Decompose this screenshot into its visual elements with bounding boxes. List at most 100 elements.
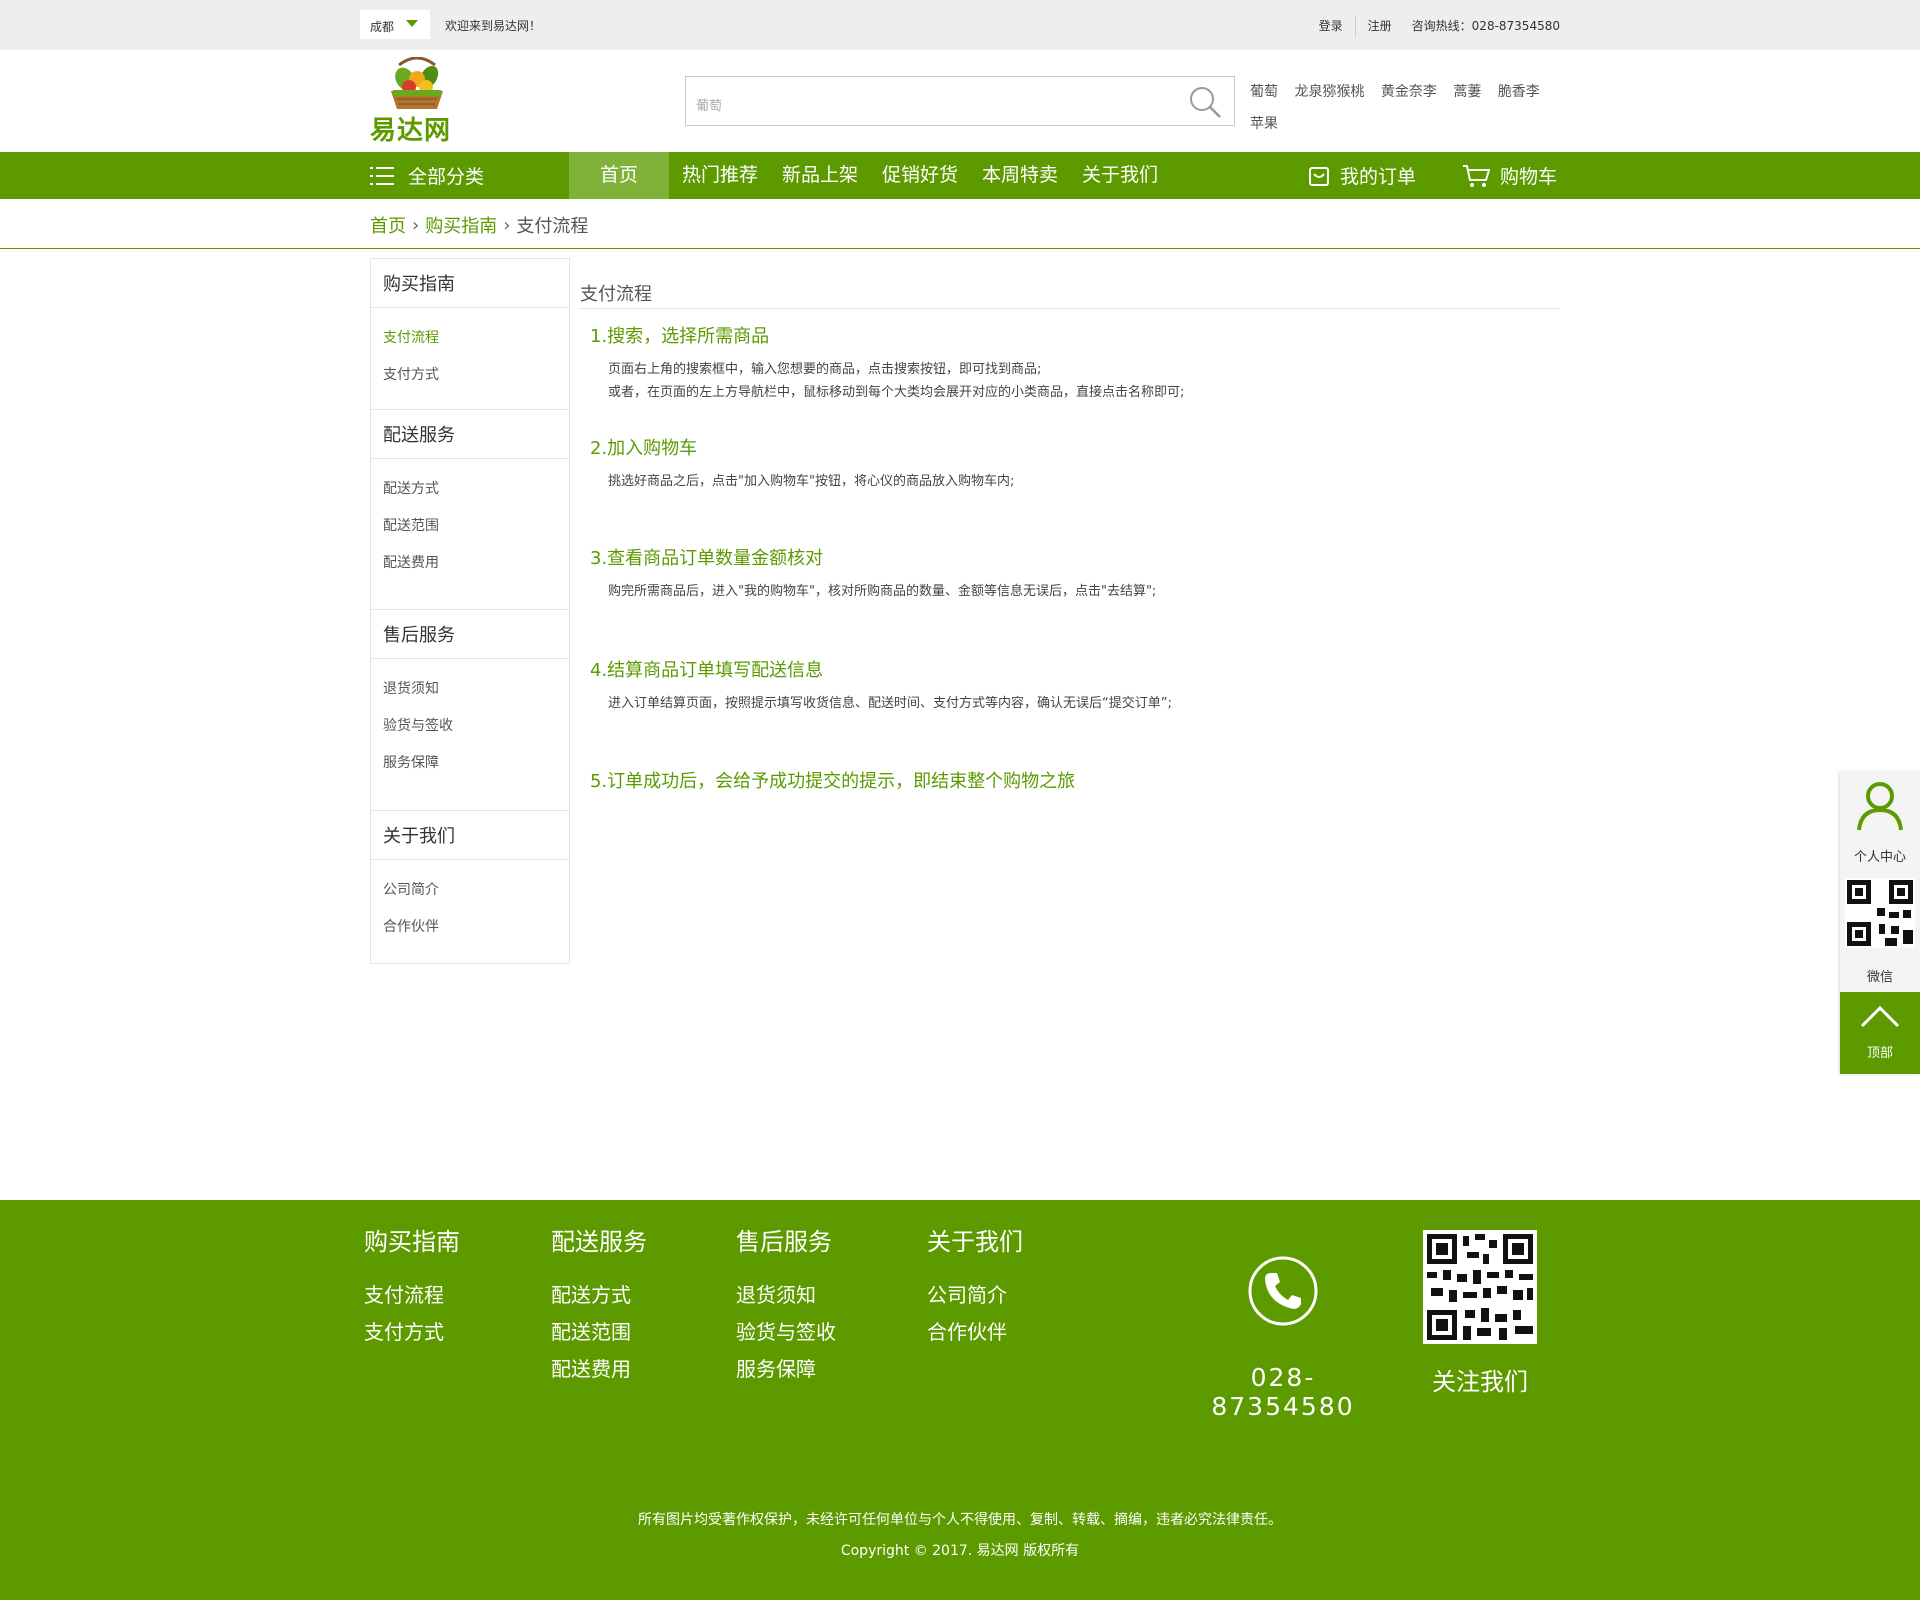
footer-qr: 关注我们 [1420, 1230, 1540, 1397]
welcome-text: 欢迎来到易达网！ [445, 19, 542, 33]
hot-word[interactable]: 脆香李 [1498, 84, 1540, 100]
sidebar-item-partners[interactable]: 合作伙伴 [371, 909, 569, 946]
hot-word[interactable]: 葡萄 [1250, 84, 1278, 100]
chevron-right-icon: › [503, 214, 511, 236]
footer-column-aftersale: 售后服务 退货须知 验货与签收 服务保障 [736, 1222, 836, 1388]
nav-item-new[interactable]: 新品上架 [779, 152, 861, 199]
breadcrumb-section[interactable]: 购买指南 [425, 212, 497, 238]
qr-code-icon[interactable] [1845, 878, 1915, 948]
personal-center-button[interactable]: 个人中心 [1840, 772, 1920, 870]
my-orders-label: 我的订单 [1340, 166, 1417, 188]
all-categories-button[interactable]: 全部分类 [370, 152, 484, 199]
personal-center-label: 个人中心 [1853, 850, 1906, 865]
sidebar-group-title: 售后服务 [371, 610, 569, 659]
back-to-top-label: 顶部 [1866, 1046, 1893, 1061]
search-icon[interactable] [1188, 85, 1222, 119]
footer-link[interactable]: 支付流程 [364, 1277, 460, 1314]
footer-link[interactable]: 配送费用 [551, 1351, 647, 1388]
login-link[interactable]: 登录 [1319, 17, 1343, 34]
hot-word[interactable]: 苹果 [1250, 116, 1278, 132]
step: 4.结算商品订单填写配送信息 进入订单结算页面，按照提示填写收货信息、配送时间、… [590, 656, 1172, 715]
sidebar-group-title: 购买指南 [371, 259, 569, 308]
hot-word[interactable]: 黄金奈李 [1381, 84, 1437, 100]
wechat-label: 微信 [1866, 970, 1893, 985]
footer-phone: 028-87354580 [1183, 1255, 1383, 1421]
step-text: 购完所需商品后，进入"我的购物车"，核对所购商品的数量、金额等信息无误后，点击"… [590, 580, 1156, 603]
step-text: 挑选好商品之后，点击"加入购物车"按钮，将心仪的商品放入购物车内; [590, 470, 1014, 493]
sidebar-item-company[interactable]: 公司简介 [371, 872, 569, 909]
step-line: 挑选好商品之后，点击"加入购物车"按钮，将心仪的商品放入购物车内; [608, 474, 1015, 489]
nav-item-promo[interactable]: 促销好货 [879, 152, 961, 199]
sidebar-item-pay-method[interactable]: 支付方式 [371, 357, 569, 394]
chevron-up-icon [1860, 1005, 1900, 1028]
search-box[interactable]: 葡萄 [685, 76, 1235, 126]
register-link[interactable]: 注册 [1368, 17, 1392, 34]
top-bar: 成都 欢迎来到易达网！ 登录 注册 咨询热线：028-87354580 [0, 0, 1920, 50]
sidebar-item-delivery-method[interactable]: 配送方式 [371, 471, 569, 508]
chevron-down-icon [406, 20, 418, 27]
all-categories-label: 全部分类 [408, 166, 485, 188]
logo[interactable]: 易达网 [365, 55, 475, 146]
sidebar-group-title: 配送服务 [371, 410, 569, 459]
copyright-text: Copyright © 2017. 易达网 版权所有 [840, 1543, 1080, 1559]
step: 1.搜索，选择所需商品 页面右上角的搜索框中，输入您想要的商品，点击搜索按钮，即… [590, 322, 1184, 404]
footer-follow-label: 关注我们 [1432, 1368, 1528, 1396]
footer-link[interactable]: 退货须知 [736, 1277, 836, 1314]
user-icon [1857, 782, 1903, 831]
step: 2.加入购物车 挑选好商品之后，点击"加入购物车"按钮，将心仪的商品放入购物车内… [590, 434, 1014, 493]
step-text: 进入订单结算页面，按照提示填写收货信息、配送时间、支付方式等内容，确认无误后“提… [590, 692, 1172, 715]
hot-search-words: 葡萄 龙泉猕猴桃 黄金奈李 蒿萋 脆香李 苹果 [1250, 76, 1570, 140]
breadcrumb-home[interactable]: 首页 [370, 212, 406, 238]
footer: 购买指南 支付流程 支付方式 配送服务 配送方式 配送范围 配送费用 售后服务 … [0, 1200, 1920, 1600]
hotline-text: 咨询热线：028-87354580 [1411, 19, 1560, 33]
divider [1354, 14, 1356, 37]
footer-link[interactable]: 验货与签收 [736, 1314, 836, 1351]
order-bag-icon [1309, 166, 1329, 186]
sidebar-group-about: 关于我们 公司简介 合作伙伴 [371, 811, 569, 946]
hot-word[interactable]: 蒿萋 [1453, 84, 1481, 100]
step-text: 页面右上角的搜索框中，输入您想要的商品，点击搜索按钮，即可找到商品; 或者，在页… [590, 358, 1184, 404]
nav-item-home[interactable]: 首页 [569, 152, 669, 199]
footer-link[interactable]: 配送方式 [551, 1277, 647, 1314]
sidebar-item-pay-process[interactable]: 支付流程 [371, 320, 569, 357]
sidebar-group-title: 关于我们 [371, 811, 569, 860]
footer-link[interactable]: 支付方式 [364, 1314, 460, 1351]
breadcrumb-current: 支付流程 [516, 216, 589, 237]
back-to-top-button[interactable]: 顶部 [1840, 992, 1920, 1074]
fruit-basket-icon [391, 57, 443, 109]
floating-panel: 个人中心 微信 顶部 [1840, 772, 1920, 1074]
city-label: 成都 [370, 20, 395, 34]
footer-link[interactable]: 合作伙伴 [927, 1314, 1023, 1351]
sidebar: 购买指南 支付流程 支付方式 配送服务 配送方式 配送范围 配送费用 售后服务 … [370, 258, 570, 964]
content-title: 支付流程 [580, 280, 1560, 309]
sidebar-item-delivery-range[interactable]: 配送范围 [371, 508, 569, 545]
top-links: 登录 注册 咨询热线：028-87354580 [1319, 14, 1560, 37]
sidebar-item-guarantee[interactable]: 服务保障 [371, 745, 569, 782]
phone-icon [1248, 1256, 1318, 1326]
chevron-right-icon: › [412, 214, 420, 236]
sidebar-item-delivery-fee[interactable]: 配送费用 [371, 545, 569, 582]
nav-item-about[interactable]: 关于我们 [1079, 152, 1161, 199]
step-line: 或者，在页面的左上方导航栏中，鼠标移动到每个大类均会展开对应的小类商品，直接点击… [608, 385, 1185, 400]
search-input[interactable]: 葡萄 [696, 95, 722, 114]
hot-word[interactable]: 龙泉猕猴桃 [1294, 84, 1364, 100]
step-heading: 3.查看商品订单数量金额核对 [590, 548, 824, 569]
nav-item-hot[interactable]: 热门推荐 [679, 152, 761, 199]
sidebar-item-inspect[interactable]: 验货与签收 [371, 708, 569, 745]
step-heading: 1.搜索，选择所需商品 [590, 326, 770, 347]
cart-icon [1463, 164, 1490, 187]
footer-phone-number: 028-87354580 [1211, 1363, 1355, 1421]
cart-link[interactable]: 购物车 [1462, 152, 1557, 199]
footer-link[interactable]: 公司简介 [927, 1277, 1023, 1314]
page: 成都 欢迎来到易达网！ 登录 注册 咨询热线：028-87354580 易达网 … [0, 0, 1920, 1600]
sidebar-group-aftersale: 售后服务 退货须知 验货与签收 服务保障 [371, 610, 569, 782]
sidebar-item-return[interactable]: 退货须知 [371, 671, 569, 708]
my-orders-link[interactable]: 我的订单 [1308, 152, 1416, 199]
footer-link[interactable]: 配送范围 [551, 1314, 647, 1351]
step-line: 购完所需商品后，进入"我的购物车"，核对所购商品的数量、金额等信息无误后，点击"… [608, 584, 1157, 599]
city-selector[interactable]: 成都 [360, 10, 430, 39]
footer-column-about: 关于我们 公司简介 合作伙伴 [927, 1222, 1023, 1351]
footer-link[interactable]: 服务保障 [736, 1351, 836, 1388]
sidebar-group-guide: 购买指南 支付流程 支付方式 [371, 259, 569, 394]
nav-item-weekly[interactable]: 本周特卖 [979, 152, 1061, 199]
